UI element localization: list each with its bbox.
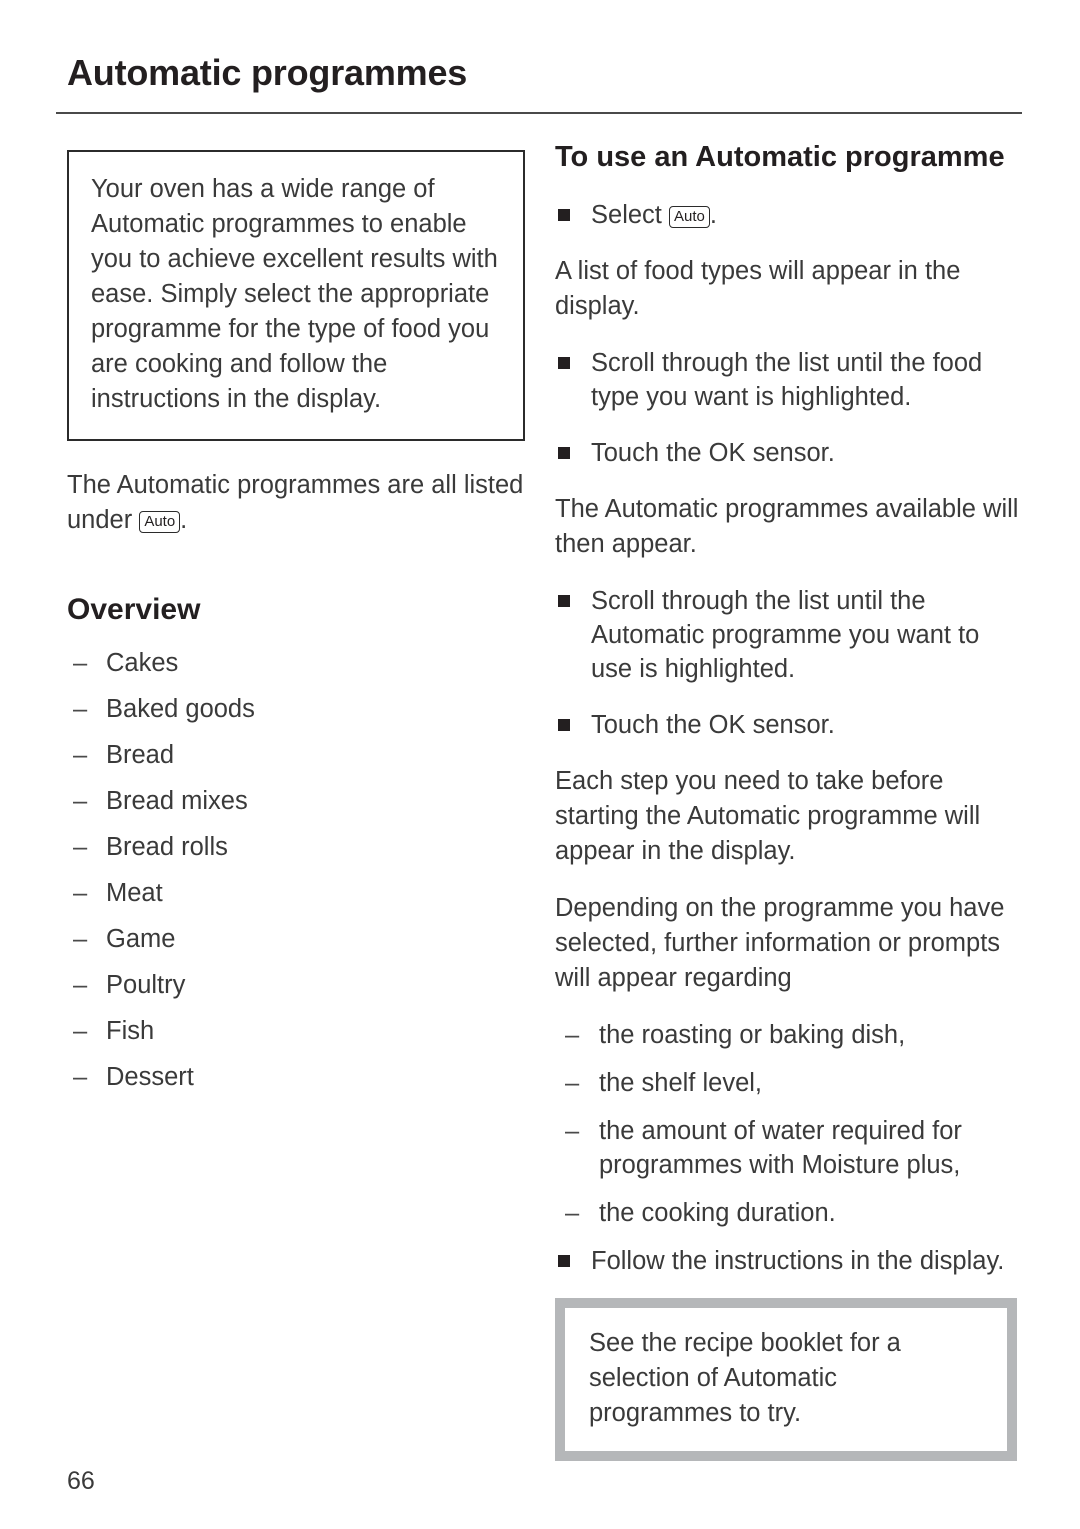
- list-item-label: Cakes: [106, 649, 179, 677]
- list-item: – Meat: [67, 877, 527, 910]
- dash-marker-icon: –: [565, 1117, 580, 1145]
- title-divider: [56, 112, 1022, 114]
- paragraph-food-types: A list of food types will appear in the …: [555, 257, 961, 320]
- listed-under-text-after: .: [180, 506, 188, 534]
- overview-list: – Cakes – Baked goods – Bread – Bread mixes …: [67, 647, 527, 1094]
- paragraph-programmes-appear: The Automatic programmes available will …: [555, 495, 1019, 558]
- list-item: – Bread rolls: [67, 831, 527, 864]
- dash-marker-icon: –: [73, 879, 88, 907]
- dash-marker-icon: –: [73, 1063, 88, 1091]
- list-item-label: Fish: [106, 1017, 155, 1045]
- list-item-label: Baked goods: [106, 695, 255, 723]
- dash-marker-icon: –: [73, 741, 88, 769]
- list-item-label: Game: [106, 925, 176, 953]
- tip-note-box: See the recipe booklet for a selection o…: [555, 1298, 1017, 1461]
- dash-marker-icon: –: [73, 787, 88, 815]
- intro-note-text: Your oven has a wide range of Automatic …: [91, 175, 498, 413]
- dash-marker-icon: –: [73, 833, 88, 861]
- prompt-list: – the roasting or baking dish, – the shelf…: [555, 1018, 1020, 1230]
- list-item-label: Bread rolls: [106, 833, 228, 861]
- list-item-label: Bread mixes: [106, 787, 248, 815]
- list-item-label: Poultry: [106, 971, 186, 999]
- paragraph-depending: Depending on the programme you have sele…: [555, 894, 1005, 992]
- list-item: – the roasting or baking dish,: [555, 1018, 1020, 1052]
- square-bullet-icon: [558, 209, 570, 221]
- dash-marker-icon: –: [73, 695, 88, 723]
- list-item: – Baked goods: [67, 693, 527, 726]
- list-item: – the cooking duration.: [555, 1196, 1020, 1230]
- paragraph-each-step: Each step you need to take before starti…: [555, 767, 981, 865]
- page-title: Automatic programmes: [67, 52, 468, 93]
- right-column: To use an Automatic programme Select Aut…: [555, 138, 1020, 1461]
- list-item: – Bread mixes: [67, 785, 527, 818]
- dash-marker-icon: –: [565, 1069, 580, 1097]
- step-scroll-food-type: Scroll through the list until the food t…: [555, 346, 1020, 414]
- dash-marker-icon: –: [73, 649, 88, 677]
- list-item: – Game: [67, 923, 527, 956]
- list-item: – Poultry: [67, 969, 527, 1002]
- list-item-label: the roasting or baking dish,: [599, 1021, 906, 1049]
- step-select-text-before: Select: [591, 201, 669, 229]
- list-item-label: the shelf level,: [599, 1069, 763, 1097]
- auto-key-icon: Auto: [668, 206, 710, 228]
- page-number: 66: [67, 1467, 95, 1495]
- list-item: – the shelf level,: [555, 1066, 1020, 1100]
- list-item-label: Meat: [106, 879, 163, 907]
- list-item-label: Bread: [106, 741, 175, 769]
- square-bullet-icon: [558, 595, 570, 607]
- step-follow-label: Follow the instructions in the display.: [591, 1247, 1005, 1275]
- step-select-auto: Select Auto.: [555, 198, 1020, 232]
- list-item-label: the cooking duration.: [599, 1199, 836, 1227]
- step-follow-instructions: Follow the instructions in the display.: [555, 1244, 1020, 1278]
- overview-heading: Overview: [67, 593, 201, 626]
- step-scroll-programme: Scroll through the list until the Automa…: [555, 584, 1020, 686]
- dash-marker-icon: –: [73, 971, 88, 999]
- step-touch-ok-first: Touch the OK sensor.: [555, 436, 1020, 470]
- step-scroll-programme-label: Scroll through the list until the Automa…: [591, 587, 980, 683]
- square-bullet-icon: [558, 357, 570, 369]
- list-item: – Cakes: [67, 647, 527, 680]
- listed-under-paragraph: The Automatic programmes are all listed …: [67, 468, 527, 538]
- step-touch-ok-first-label: Touch the OK sensor.: [591, 439, 835, 467]
- listed-under-text-before: The Automatic programmes are all listed …: [67, 471, 524, 534]
- left-column: Your oven has a wide range of Automatic …: [67, 150, 527, 1107]
- dash-marker-icon: –: [73, 925, 88, 953]
- square-bullet-icon: [558, 719, 570, 731]
- section-heading-to-use: To use an Automatic programme: [555, 141, 1005, 173]
- document-page: Automatic programmes Your oven has a wid…: [0, 0, 1080, 1529]
- square-bullet-icon: [558, 447, 570, 459]
- step-touch-ok-second-label: Touch the OK sensor.: [591, 711, 835, 739]
- list-item-label: the amount of water required for program…: [599, 1117, 962, 1179]
- tip-note-text: See the recipe booklet for a selection o…: [589, 1329, 901, 1427]
- dash-marker-icon: –: [565, 1021, 580, 1049]
- square-bullet-icon: [558, 1255, 570, 1267]
- intro-note-box: Your oven has a wide range of Automatic …: [67, 150, 525, 441]
- step-touch-ok-second: Touch the OK sensor.: [555, 708, 1020, 742]
- dash-marker-icon: –: [565, 1199, 580, 1227]
- list-item-label: Dessert: [106, 1063, 194, 1091]
- step-scroll-food-label: Scroll through the list until the food t…: [591, 349, 983, 411]
- list-item: – Fish: [67, 1015, 527, 1048]
- list-item: – the amount of water required for progra…: [555, 1114, 1020, 1182]
- step-select-text-after: .: [709, 201, 717, 229]
- list-item: – Dessert: [67, 1061, 527, 1094]
- list-item: – Bread: [67, 739, 527, 772]
- auto-key-icon: Auto: [139, 511, 181, 533]
- dash-marker-icon: –: [73, 1017, 88, 1045]
